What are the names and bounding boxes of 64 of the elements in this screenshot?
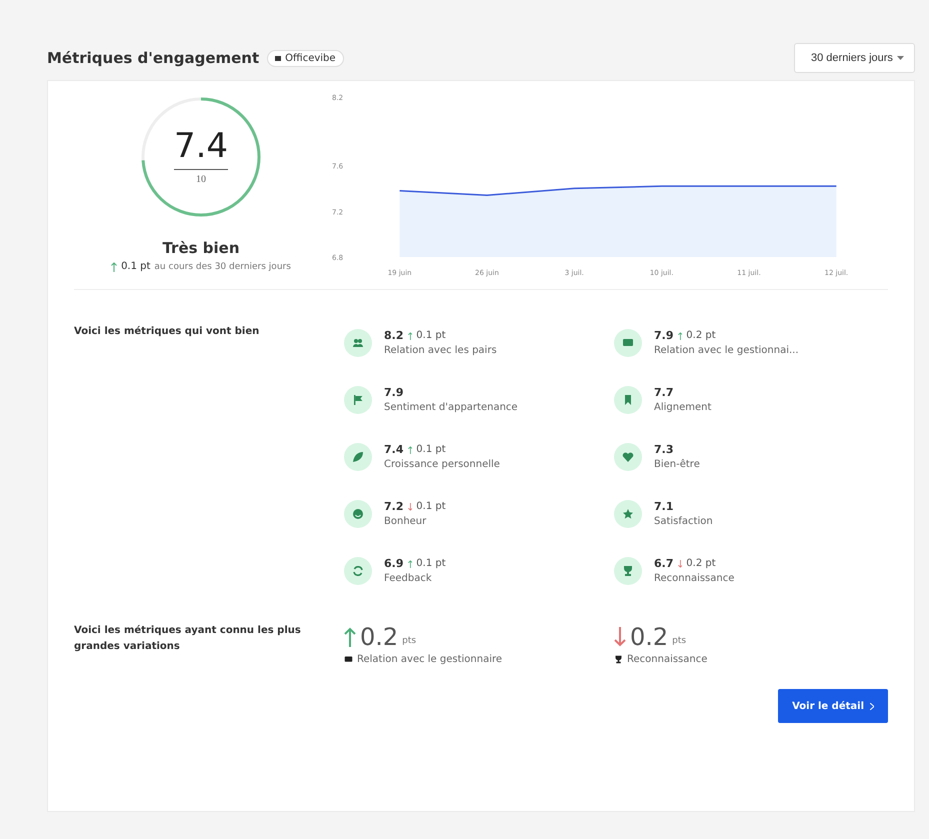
metric-label: Satisfaction	[654, 516, 713, 527]
down-arrow-icon	[678, 560, 682, 568]
up-arrow-icon	[408, 560, 412, 568]
metric-score: 7.9	[654, 329, 674, 342]
metric-label: Relation avec les pairs	[384, 345, 497, 356]
smiley-icon	[352, 508, 364, 520]
flag-icon	[352, 394, 364, 406]
metric-score: 7.4	[384, 443, 404, 456]
metric-label: Feedback	[384, 573, 433, 584]
metric-change: 0.2 pt	[686, 330, 716, 341]
trophy-icon	[622, 564, 634, 576]
up-arrow-icon	[111, 262, 118, 272]
up-arrow-icon	[678, 332, 682, 340]
score-value: 7.4	[174, 129, 228, 170]
down-arrow-icon	[408, 502, 412, 510]
metric-label: Bien-être	[654, 459, 700, 470]
variation-value: 0.2	[630, 623, 668, 651]
metric-change: 0.1 pt	[416, 444, 446, 455]
star-icon	[622, 508, 634, 520]
heart-icon	[622, 450, 634, 462]
metric-score: 8.2	[384, 329, 404, 342]
change-period: au cours des 30 derniers jours	[154, 262, 291, 272]
metric-label: Bonheur	[384, 516, 428, 527]
metric-score: 7.1	[654, 500, 674, 513]
refresh-icon	[352, 564, 364, 576]
chevron-icon	[870, 702, 874, 710]
down-arrow-icon	[614, 627, 626, 647]
up-arrow-icon	[408, 332, 412, 340]
rating-label: Très bien	[162, 239, 240, 257]
page-title: Métriques d'engagement	[47, 49, 260, 67]
variation-unit: pts	[402, 636, 416, 646]
metric-change: 0.1 pt	[416, 501, 446, 512]
metric-label: Croissance personnelle	[384, 459, 500, 470]
trophy-icon	[614, 655, 623, 664]
score-change: 0.1 pt	[121, 261, 150, 272]
metric-label: Relation avec le gestionnai...	[654, 345, 799, 356]
metric-change: 0.1 pt	[416, 558, 446, 569]
metric-score: 6.9	[384, 557, 404, 570]
source-badge: Officevibe	[267, 50, 344, 66]
up-arrow-icon	[344, 627, 356, 647]
variation-label: Reconnaissance	[627, 654, 708, 665]
metric-label: Alignement	[654, 402, 712, 413]
bookmark-icon	[622, 394, 634, 406]
metric-label: Sentiment d'appartenance	[384, 402, 518, 413]
metric-change: 0.2 pt	[686, 558, 716, 569]
score-max: 10	[196, 174, 206, 185]
metric-change: 0.1 pt	[416, 330, 446, 341]
details-button[interactable]: Voir le détail	[778, 689, 888, 723]
caret-icon	[897, 56, 904, 60]
section-heading: Voici les métriques qui vont bien	[74, 325, 260, 339]
metric-score: 7.2	[384, 500, 404, 513]
metric-score: 7.9	[384, 386, 404, 399]
section-heading: Voici les métriques ayant connu les plus grandes variations	[74, 624, 302, 654]
metric-score: 7.7	[654, 386, 674, 399]
up-arrow-icon	[408, 446, 412, 454]
variation-value: 0.2	[360, 623, 398, 651]
metric-score: 7.3	[654, 443, 674, 456]
period-dropdown[interactable]: 30 derniers jours	[794, 43, 915, 73]
variation-label: Relation avec le gestionnaire	[357, 654, 502, 665]
leaf-icon	[352, 450, 364, 462]
metric-label: Reconnaissance	[654, 573, 734, 584]
variation-unit: pts	[672, 636, 686, 646]
people-icon	[352, 336, 364, 348]
metric-score: 6.7	[654, 557, 674, 570]
